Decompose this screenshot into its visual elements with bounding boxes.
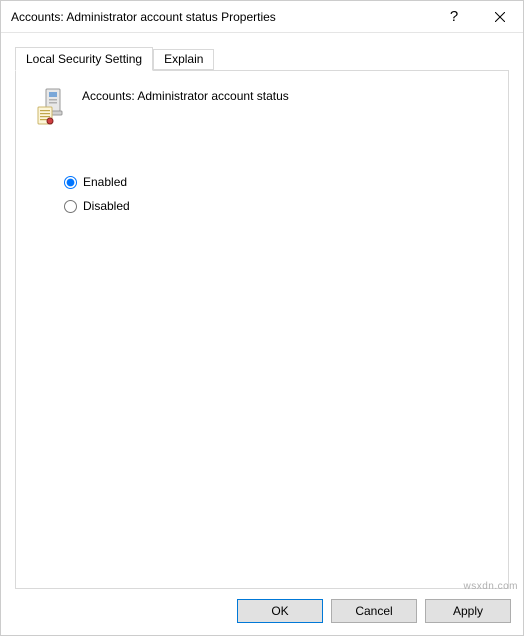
button-label: Apply (453, 604, 483, 618)
watermark: wsxdn.com (463, 581, 518, 592)
apply-button[interactable]: Apply (425, 599, 511, 623)
cancel-button[interactable]: Cancel (331, 599, 417, 623)
help-icon: ? (450, 8, 458, 25)
policy-header: Accounts: Administrator account status (36, 87, 488, 125)
tab-label: Local Security Setting (26, 52, 142, 66)
button-label: Cancel (355, 604, 392, 618)
tab-explain[interactable]: Explain (153, 49, 214, 70)
tab-panel-local-security: Accounts: Administrator account status E… (15, 70, 509, 589)
radio-input-enabled[interactable] (64, 176, 77, 189)
close-button[interactable] (477, 1, 523, 33)
titlebar: Accounts: Administrator account status P… (1, 1, 523, 33)
properties-dialog: Accounts: Administrator account status P… (0, 0, 524, 636)
tab-local-security-setting[interactable]: Local Security Setting (15, 47, 153, 71)
radio-label: Enabled (83, 175, 127, 189)
ok-button[interactable]: OK (237, 599, 323, 623)
security-policy-icon (36, 87, 70, 125)
content-area: Local Security Setting Explain (1, 33, 523, 589)
help-button[interactable]: ? (431, 1, 477, 33)
tab-label: Explain (164, 52, 203, 66)
close-icon (495, 12, 505, 22)
policy-title: Accounts: Administrator account status (82, 87, 289, 103)
dialog-buttons: OK Cancel Apply (1, 589, 523, 635)
radio-option-disabled[interactable]: Disabled (64, 199, 488, 213)
radio-option-enabled[interactable]: Enabled (64, 175, 488, 189)
radio-group-status: Enabled Disabled (64, 175, 488, 213)
tabstrip: Local Security Setting Explain (15, 47, 509, 70)
radio-input-disabled[interactable] (64, 200, 77, 213)
button-label: OK (271, 604, 288, 618)
radio-label: Disabled (83, 199, 130, 213)
window-title: Accounts: Administrator account status P… (11, 10, 431, 24)
